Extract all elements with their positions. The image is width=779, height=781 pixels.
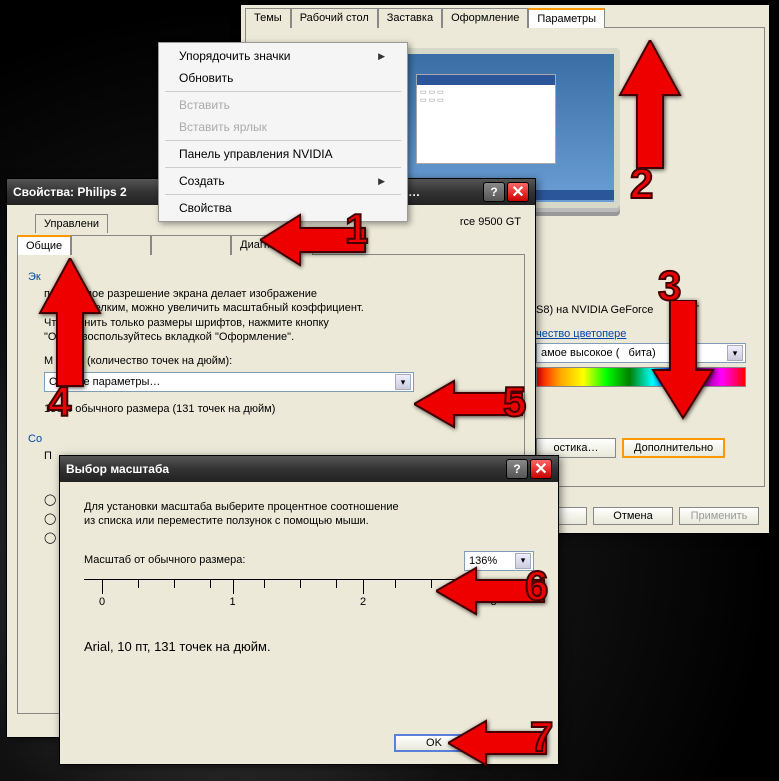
ctx-new[interactable]: Создать▶ (161, 170, 405, 192)
help-button[interactable]: ? (506, 459, 528, 479)
tab-monitor[interactable] (151, 235, 231, 255)
scale-ruler[interactable]: 0 1 2 3 (84, 579, 534, 619)
chevron-down-icon: ▾ (395, 374, 411, 390)
color-quality-label: чество цветопере (536, 328, 746, 340)
color-quality-dropdown[interactable]: амое высокое ( бита) ▾ (536, 343, 746, 363)
ctx-separator (165, 167, 401, 168)
apply-button: Применить (679, 507, 759, 525)
dpi-label: М аб (количество точек на дюйм): (44, 354, 514, 368)
chevron-down-icon: ▾ (727, 345, 743, 361)
ctx-separator (165, 194, 401, 195)
color-spectrum (536, 367, 746, 387)
gpu-label: rce 9500 GT (452, 213, 529, 232)
tab-manage[interactable]: Управлени (35, 214, 108, 233)
submenu-arrow-icon: ▶ (378, 51, 385, 62)
tab-settings[interactable]: Параметры (528, 8, 605, 28)
font-sample: Arial, 10 пт, 131 точек на дюйм. (84, 639, 534, 656)
dpi-dropdown[interactable]: Особые параметры… ▾ (44, 372, 414, 392)
tab-general[interactable]: Общие (17, 235, 71, 255)
tab-screensaver[interactable]: Заставка (378, 8, 442, 28)
desktop-context-menu[interactable]: Упорядочить значки▶ Обновить Вставить Вс… (158, 42, 408, 222)
scale-dialog: Выбор масштаба ? ✕ Для установки масштаб… (59, 455, 559, 765)
scale-titlebar: Выбор масштаба ? ✕ (60, 456, 558, 482)
adv-tabstrip-row2: Общие Диагностика (13, 234, 529, 254)
help-button[interactable]: ? (483, 182, 505, 202)
ctx-separator (165, 140, 401, 141)
tab-diagnostics[interactable]: Диагностика (231, 235, 313, 255)
monitor-preview-window: ▭ ▭ ▭▭ ▭ ▭ (416, 74, 556, 164)
scale-dropdown[interactable]: 136% ▾ (464, 551, 534, 571)
scale-ok-button[interactable]: OK (394, 734, 474, 752)
ctx-nvidia-panel[interactable]: Панель управления NVIDIA (161, 143, 405, 165)
advanced-button[interactable]: Дополнительно (622, 438, 725, 458)
section-display: Эк (28, 271, 514, 283)
scale-cancel-button[interactable]: мена (480, 734, 540, 752)
monitor-label: S8) на NVIDIA GeForce 00 GT (536, 304, 699, 316)
ctx-separator (165, 91, 401, 92)
ctx-arrange-icons[interactable]: Упорядочить значки▶ (161, 45, 405, 67)
dpi-result: 136% обычного размера (131 точек на дюйм… (44, 402, 514, 416)
tab-desktop[interactable]: Рабочий стол (291, 8, 378, 28)
tab-adapter[interactable] (71, 235, 151, 255)
scale-title: Выбор масштаба (66, 462, 506, 476)
scale-label: Масштаб от обычного размера: (84, 553, 245, 567)
section-compat: Со (28, 433, 514, 445)
cancel-button[interactable]: Отмена (593, 507, 673, 525)
tab-themes[interactable]: Темы (245, 8, 291, 28)
ctx-paste: Вставить (161, 94, 405, 116)
close-button[interactable]: ✕ (507, 182, 529, 202)
ctx-paste-shortcut: Вставить ярлык (161, 116, 405, 138)
ctx-refresh[interactable]: Обновить (161, 67, 405, 89)
adv-tabstrip-row1: Управлени rce 9500 GT (31, 213, 529, 232)
close-button[interactable]: ✕ (530, 459, 552, 479)
dpi-explanation: пользуемое разрешение экрана делает изоб… (44, 287, 514, 344)
submenu-arrow-icon: ▶ (378, 176, 385, 187)
tab-appearance[interactable]: Оформление (442, 8, 528, 28)
chevron-down-icon: ▾ (515, 553, 531, 569)
scale-instructions: Для установки масштаба выберите процентн… (84, 500, 534, 529)
display-tabstrip: Темы Рабочий стол Заставка Оформление Па… (241, 7, 769, 27)
